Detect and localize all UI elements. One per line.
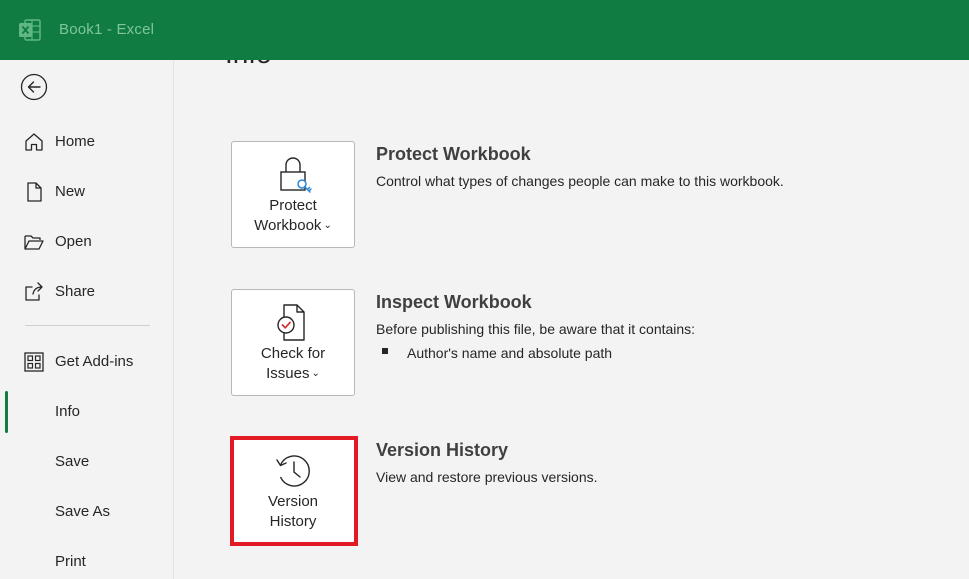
button-label-line2: Issues bbox=[266, 365, 310, 382]
sidebar-item-label: New bbox=[55, 183, 86, 200]
sidebar-item-label: Get Add-ins bbox=[55, 353, 134, 370]
sidebar-item-print[interactable]: Print bbox=[0, 541, 174, 579]
section-title: Version History bbox=[376, 440, 509, 460]
info-pane: Info Protect Workbook⌄ Protect Workbook … bbox=[175, 60, 969, 579]
home-icon bbox=[23, 131, 45, 153]
button-label-line2: Workbook bbox=[254, 217, 322, 234]
title-bar: Book1 - Excel bbox=[0, 0, 969, 60]
chevron-down-icon: ⌄ bbox=[323, 220, 332, 231]
sidebar-item-save-as[interactable]: Save As bbox=[0, 491, 174, 531]
lock-key-icon bbox=[272, 154, 314, 196]
sidebar-item-label: Share bbox=[55, 283, 96, 300]
sidebar-item-open[interactable]: Open bbox=[0, 221, 174, 261]
sidebar-item-home[interactable]: Home bbox=[0, 121, 174, 161]
page-title: Info bbox=[225, 60, 272, 70]
button-label-line1: Protect bbox=[269, 197, 317, 214]
section-description: Before publishing this file, be aware th… bbox=[376, 321, 696, 337]
sidebar-item-label: Save bbox=[55, 453, 90, 470]
section-description: Control what types of changes people can… bbox=[376, 173, 784, 189]
sidebar-item-info[interactable]: Info bbox=[0, 391, 174, 433]
sidebar-item-save[interactable]: Save bbox=[0, 441, 174, 481]
chevron-down-icon: ⌄ bbox=[311, 368, 320, 379]
folder-open-icon bbox=[23, 231, 45, 253]
button-label: Check for Issues ⌄ bbox=[232, 344, 354, 384]
new-document-icon bbox=[23, 181, 45, 203]
back-arrow-icon[interactable] bbox=[20, 73, 48, 101]
highlight-box bbox=[230, 436, 358, 546]
backstage-sidebar: Home New Open Share Get Add-ins Info Sav… bbox=[0, 60, 174, 579]
active-indicator bbox=[5, 391, 8, 433]
sidebar-item-get-add-ins[interactable]: Get Add-ins bbox=[0, 341, 174, 381]
sidebar-item-label: Save As bbox=[55, 503, 111, 520]
bullet-item: Author's name and absolute path bbox=[407, 345, 613, 361]
excel-icon bbox=[18, 18, 42, 42]
window-title: Book1 - Excel bbox=[59, 21, 155, 38]
button-label: Protect Workbook ⌄ bbox=[232, 196, 354, 236]
sidebar-item-label: Print bbox=[55, 553, 86, 570]
bullet-icon bbox=[382, 348, 388, 354]
section-title: Inspect Workbook bbox=[376, 292, 532, 312]
check-document-icon bbox=[272, 302, 314, 344]
grid-icon bbox=[23, 351, 45, 373]
sidebar-item-label: Info bbox=[55, 403, 81, 420]
check-for-issues-button[interactable]: Check for Issues ⌄ bbox=[231, 289, 355, 396]
section-description: View and restore previous versions. bbox=[376, 469, 598, 485]
protect-workbook-button[interactable]: Protect Workbook ⌄ bbox=[231, 141, 355, 248]
sidebar-item-share[interactable]: Share bbox=[0, 271, 174, 311]
sidebar-item-new[interactable]: New bbox=[0, 171, 174, 211]
sidebar-item-label: Home bbox=[55, 133, 96, 150]
button-label-line1: Check for bbox=[260, 345, 326, 362]
sidebar-item-label: Open bbox=[55, 233, 92, 250]
section-title: Protect Workbook bbox=[376, 144, 531, 164]
sidebar-divider bbox=[25, 325, 150, 326]
share-icon bbox=[23, 281, 45, 303]
